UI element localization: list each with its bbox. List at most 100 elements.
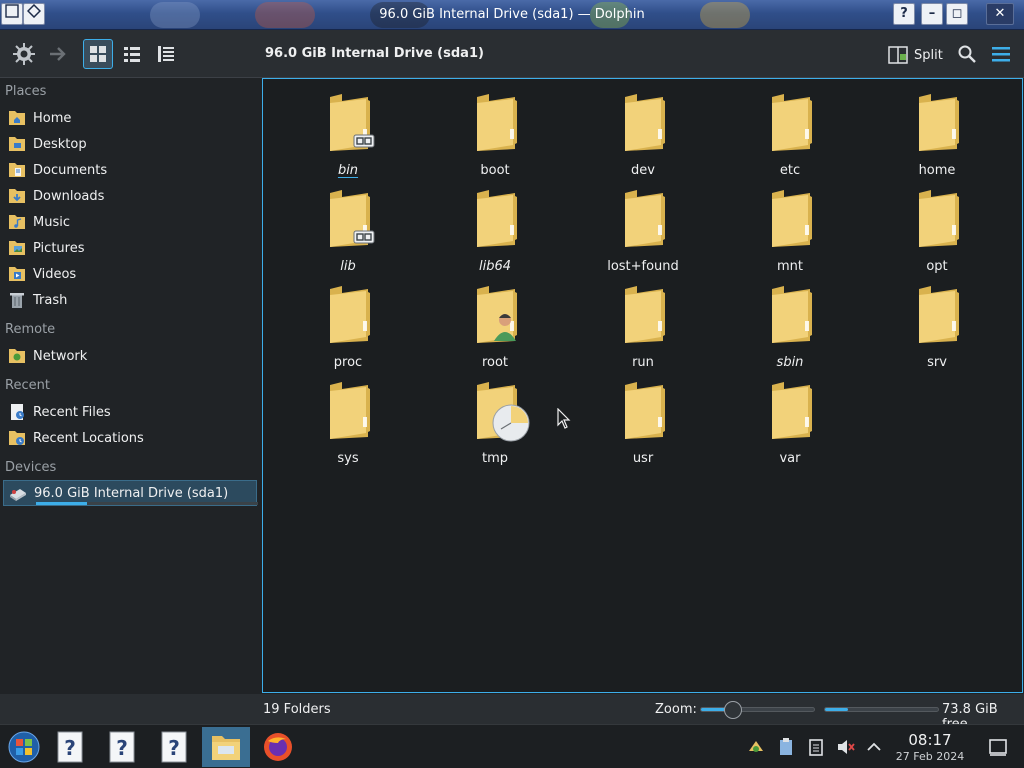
folder-item[interactable]: mnt (730, 181, 850, 274)
split-button[interactable]: Split (888, 43, 943, 67)
folder-icon (772, 190, 812, 247)
folder-item[interactable]: srv (877, 277, 997, 370)
folder-item[interactable]: home (877, 85, 997, 178)
folder-item[interactable]: lib64 (435, 181, 555, 274)
clock-date: 27 Feb 2024 (895, 750, 965, 763)
folder-item[interactable]: sys (288, 373, 408, 466)
folder-icon (772, 94, 812, 151)
folder-item[interactable]: lost+found (583, 181, 703, 274)
sidebar-item-home[interactable]: Home (3, 106, 257, 130)
start-menu-button[interactable] (0, 727, 48, 767)
zoom-slider[interactable] (700, 701, 815, 719)
sidebar-item-documents[interactable]: Documents (3, 158, 257, 182)
taskbar-dolphin[interactable] (202, 727, 250, 767)
compact-view-button[interactable] (117, 39, 147, 69)
icons-view-button[interactable] (83, 39, 113, 69)
folder-icon (477, 190, 517, 247)
sidebar-item-label: Videos (33, 266, 77, 282)
folder-view[interactable]: bin boot dev etc home lib lib64 lost+found mnt op… (262, 78, 1023, 693)
close-button[interactable]: ✕ (986, 3, 1014, 25)
folder-item[interactable]: lib (288, 181, 408, 274)
folder-item[interactable]: sbin (730, 277, 850, 370)
folder-item[interactable]: dev (583, 85, 703, 178)
free-space-fill (825, 708, 848, 711)
mouse-pointer-icon (557, 408, 571, 429)
sidebar-item-label: Trash (33, 292, 68, 308)
taskbar: ? ? ? 08:17 27 Feb 2024 (0, 724, 1024, 768)
sidebar-item-music[interactable]: Music (3, 210, 257, 234)
folder-icon (625, 190, 665, 247)
svg-text:?: ? (116, 736, 128, 760)
folder-item[interactable]: bin (288, 85, 408, 178)
folder-item[interactable]: usr (583, 373, 703, 466)
pictures-folder-icon (9, 241, 25, 255)
downloads-folder-icon (9, 189, 25, 203)
folder-icon (330, 94, 375, 151)
folder-icon (772, 286, 812, 343)
minimize-button[interactable]: – (921, 3, 943, 25)
sidebar-item-recent-locations[interactable]: Recent Locations (3, 426, 257, 450)
hamburger-menu-icon (992, 47, 1010, 62)
sidebar-item-internal-drive[interactable]: 96.0 GiB Internal Drive (sda1) (3, 480, 258, 506)
taskbar-unknown-app-1[interactable]: ? (46, 727, 94, 767)
taskbar-unknown-app-2[interactable]: ? (98, 727, 146, 767)
question-app-icon: ? (161, 731, 187, 763)
sidebar-item-label: Recent Locations (33, 430, 144, 446)
folder-item[interactable]: root (435, 277, 555, 370)
show-desktop-icon[interactable] (988, 737, 1008, 757)
drive-usage-fill (36, 502, 88, 505)
location-label[interactable]: 96.0 GiB Internal Drive (sda1) (265, 46, 484, 61)
sidebar-item-label: Network (33, 348, 88, 364)
forward-button[interactable] (43, 39, 73, 69)
clock-badge-icon (492, 404, 530, 442)
sidebar-item-videos[interactable]: Videos (3, 262, 257, 286)
sidebar-item-trash[interactable]: Trash (3, 288, 257, 312)
folder-item[interactable]: run (583, 277, 703, 370)
details-view-button[interactable] (151, 39, 181, 69)
section-header-places: Places (5, 84, 47, 99)
clock[interactable]: 08:17 27 Feb 2024 (888, 731, 972, 763)
videos-folder-icon (9, 267, 25, 281)
help-button[interactable]: ? (893, 3, 915, 25)
folder-item[interactable]: etc (730, 85, 850, 178)
search-button[interactable] (952, 39, 982, 69)
maximize-button[interactable]: ◻ (946, 3, 968, 25)
svg-text:?: ? (64, 736, 76, 760)
sidebar-item-recent-files[interactable]: Recent Files (3, 400, 257, 424)
taskbar-firefox[interactable] (254, 727, 302, 767)
firefox-icon (264, 733, 292, 761)
chevron-up-icon[interactable] (864, 737, 884, 757)
folder-item[interactable]: var (730, 373, 850, 466)
sidebar-item-label: Home (33, 110, 72, 126)
network-tray-icon[interactable] (746, 737, 766, 757)
icons-view-icon (90, 46, 106, 62)
sidebar-item-pictures[interactable]: Pictures (3, 236, 257, 260)
clipboard-tray-icon[interactable] (776, 737, 796, 757)
recent-locations-icon (9, 431, 25, 445)
zoom-label: Zoom: (655, 702, 697, 717)
folder-item[interactable]: proc (288, 277, 408, 370)
sidebar-item-desktop[interactable]: Desktop (3, 132, 257, 156)
hamburger-menu-button[interactable] (986, 39, 1016, 69)
folder-icon (477, 94, 517, 151)
folder-item[interactable]: boot (435, 85, 555, 178)
sidebar-item-downloads[interactable]: Downloads (3, 184, 257, 208)
folder-item[interactable]: tmp (435, 373, 555, 466)
question-app-icon: ? (57, 731, 83, 763)
zoom-slider-handle[interactable] (723, 701, 742, 719)
places-panel: Places Home Desktop Documents Downloads … (0, 78, 262, 694)
taskbar-unknown-app-3[interactable]: ? (150, 727, 198, 767)
toolbar: 96.0 GiB Internal Drive (sda1) Split (0, 30, 1024, 78)
volume-muted-icon[interactable] (836, 737, 856, 757)
folder-label: proc (333, 355, 363, 370)
question-app-icon: ? (109, 731, 135, 763)
notes-tray-icon[interactable] (806, 737, 826, 757)
desktop-folder-icon (9, 137, 25, 151)
folder-icon (919, 94, 959, 151)
back-button[interactable] (9, 39, 39, 69)
folder-icon (772, 382, 812, 439)
sidebar-item-label: 96.0 GiB Internal Drive (sda1) (34, 485, 229, 501)
folder-icon (919, 190, 959, 247)
sidebar-item-network[interactable]: Network (3, 344, 257, 368)
folder-item[interactable]: opt (877, 181, 997, 274)
